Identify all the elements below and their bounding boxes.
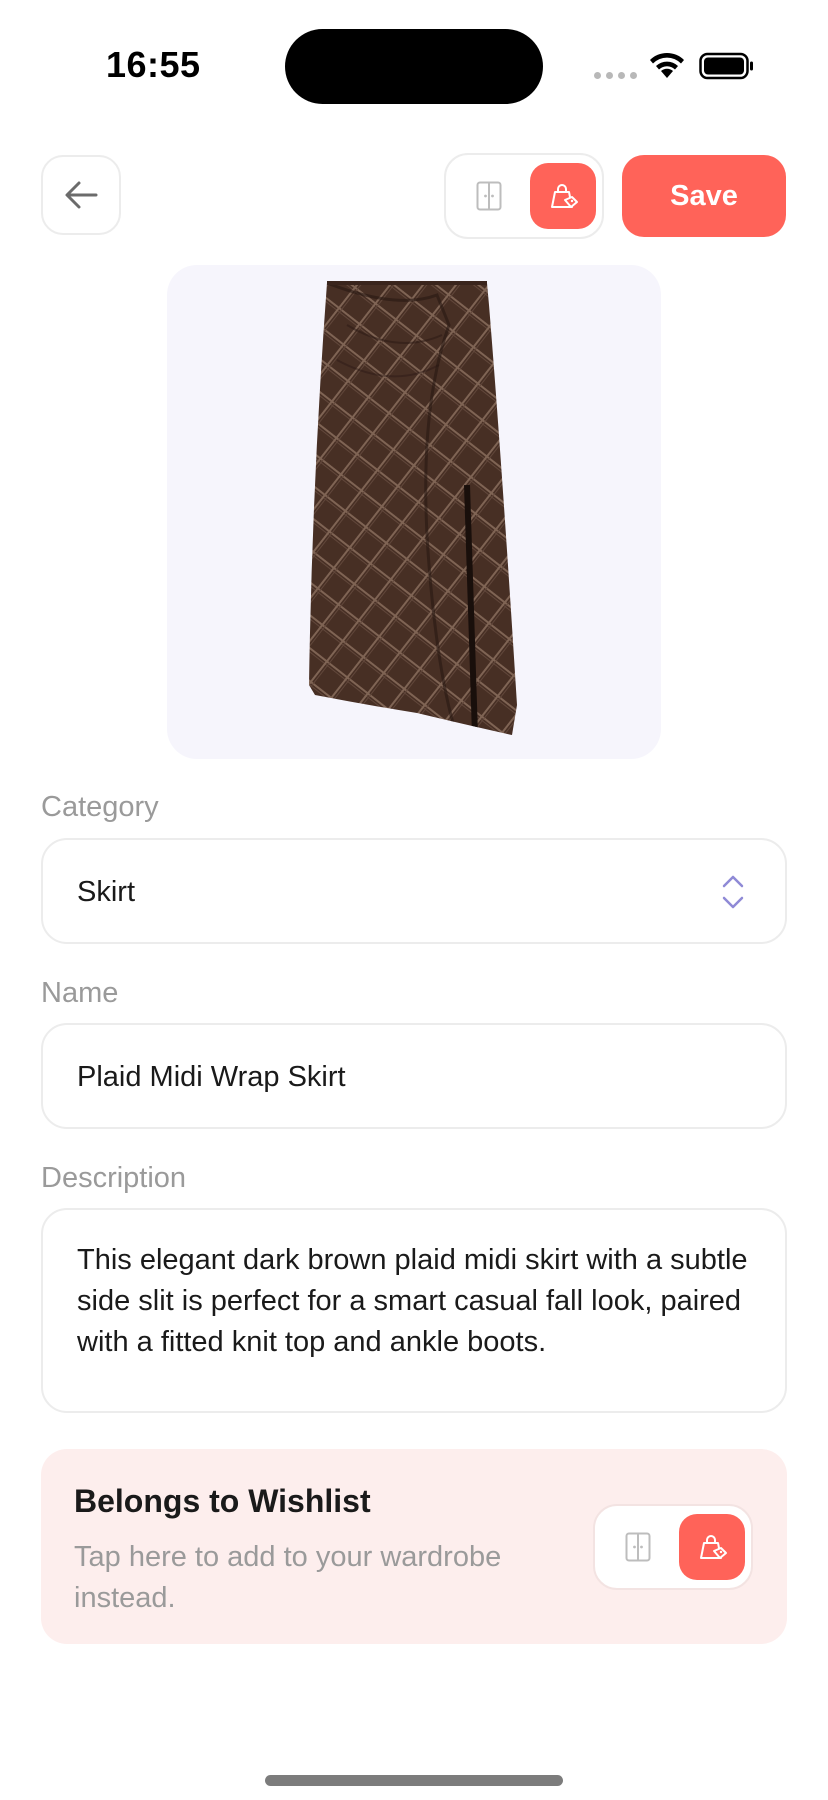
battery-icon bbox=[699, 52, 753, 80]
name-field[interactable]: Plaid Midi Wrap Skirt bbox=[41, 1023, 787, 1129]
wardrobe-icon bbox=[625, 1532, 651, 1562]
description-label: Description bbox=[41, 1162, 187, 1194]
name-label: Name bbox=[41, 977, 119, 1009]
description-value: This elegant dark brown plaid midi skirt… bbox=[77, 1244, 748, 1358]
wardrobe-icon bbox=[476, 181, 502, 211]
back-button[interactable] bbox=[41, 155, 121, 235]
status-time: 16:55 bbox=[106, 44, 201, 85]
shopping-bag-tag-icon bbox=[700, 1535, 727, 1559]
wishlist-status-card[interactable]: Belongs to Wishlist Tap here to add to y… bbox=[41, 1449, 787, 1644]
wishlist-toggle-option[interactable] bbox=[530, 163, 596, 229]
wishlist-mode-toggle bbox=[593, 1504, 753, 1590]
arrow-left-icon bbox=[65, 181, 98, 209]
category-label: Category bbox=[41, 791, 159, 823]
dynamic-island bbox=[285, 29, 543, 104]
wishlist-card-subtitle: Tap here to add to your wardrobe instead… bbox=[74, 1541, 502, 1614]
wishlist-toggle-option[interactable] bbox=[679, 1514, 745, 1580]
item-mode-toggle bbox=[444, 153, 604, 239]
description-field[interactable]: This elegant dark brown plaid midi skirt… bbox=[41, 1208, 787, 1413]
item-image[interactable] bbox=[167, 265, 661, 759]
name-value: Plaid Midi Wrap Skirt bbox=[77, 1061, 346, 1093]
cellular-signal-icon bbox=[594, 72, 637, 79]
wifi-icon bbox=[650, 52, 684, 78]
category-value: Skirt bbox=[77, 876, 135, 908]
wardrobe-toggle-option[interactable] bbox=[605, 1514, 671, 1580]
wishlist-card-title: Belongs to Wishlist bbox=[74, 1483, 371, 1519]
wardrobe-toggle-option[interactable] bbox=[456, 163, 522, 229]
shopping-bag-tag-icon bbox=[551, 184, 578, 208]
chevron-up-down-icon bbox=[722, 875, 744, 909]
category-select[interactable]: Skirt bbox=[41, 838, 787, 944]
plaid-skirt-image bbox=[309, 281, 517, 735]
save-button[interactable]: Save bbox=[622, 155, 786, 237]
home-indicator[interactable] bbox=[265, 1775, 563, 1786]
